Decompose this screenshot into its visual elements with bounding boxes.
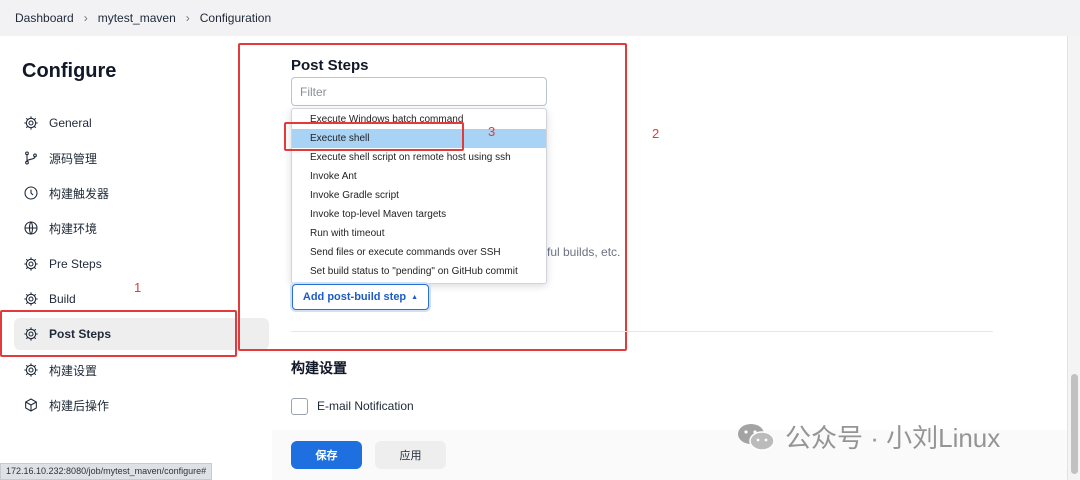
sidebar-item-label: 构建后操作: [49, 398, 110, 413]
sidebar-item-general[interactable]: General: [14, 107, 269, 139]
sidebar-item-label: 构建环境: [49, 221, 98, 236]
partial-description-text: ful builds, etc.: [547, 245, 621, 259]
top-bar: Dashboard › mytest_maven › Configuration: [0, 0, 1080, 36]
save-button[interactable]: 保存: [291, 441, 362, 469]
annotation-number-1: 1: [134, 280, 142, 295]
sidebar-item-label: Pre Steps: [49, 257, 102, 271]
page-title: Configure: [22, 60, 117, 82]
sidebar-item-label: 构建触发器: [49, 186, 110, 201]
caret-up-icon: ▲: [411, 293, 419, 301]
gear-icon: [22, 114, 40, 132]
breadcrumb-job[interactable]: mytest_maven: [98, 11, 176, 25]
sidebar-item-build-settings[interactable]: 构建设置: [14, 354, 269, 386]
annotation-number-3: 3: [488, 124, 496, 139]
watermark-text: 公众号 · 小刘Linux: [785, 423, 1001, 453]
sidebar-item-triggers[interactable]: 构建触发器: [14, 177, 269, 209]
add-post-build-step-label: Add post-build step: [302, 291, 407, 303]
cube-icon: [22, 396, 40, 414]
chevron-right-icon: ›: [83, 11, 88, 25]
vertical-scrollbar[interactable]: [1067, 36, 1080, 480]
status-bar-url: 172.16.10.232:8080/job/mytest_maven/conf…: [0, 463, 213, 480]
menu-item-set-build-status[interactable]: Set build status to "pending" on GitHub …: [292, 262, 546, 281]
sidebar-item-label: Build: [49, 292, 76, 306]
sidebar-item-label: 源码管理: [49, 151, 98, 166]
gear-icon: [22, 290, 40, 308]
sidebar-item-post-build[interactable]: 构建后操作: [14, 389, 269, 421]
add-post-build-step-button[interactable]: Add post-build step ▲: [292, 284, 429, 310]
apply-button[interactable]: 应用: [375, 441, 446, 469]
clock-icon: [22, 184, 40, 202]
email-notification-checkbox[interactable]: [291, 398, 308, 415]
chevron-right-icon: ›: [185, 11, 190, 25]
wechat-logo-icon: [738, 423, 775, 451]
menu-item-invoke-gradle[interactable]: Invoke Gradle script: [292, 186, 546, 205]
annotation-box-3: [284, 122, 464, 151]
scrollbar-thumb[interactable]: [1071, 374, 1078, 474]
breadcrumb: Dashboard › mytest_maven › Configuration: [15, 11, 271, 25]
email-notification-label: E-mail Notification: [317, 399, 414, 413]
breadcrumb-dashboard[interactable]: Dashboard: [15, 11, 74, 25]
sidebar-item-environment[interactable]: 构建环境: [14, 212, 269, 244]
sidebar-item-scm[interactable]: 源码管理: [14, 142, 269, 174]
menu-item-send-files-ssh[interactable]: Send files or execute commands over SSH: [292, 243, 546, 262]
breadcrumb-configuration[interactable]: Configuration: [200, 11, 271, 25]
section-divider: [291, 331, 993, 332]
annotation-box-1: [0, 310, 237, 357]
sidebar-item-label: General: [49, 116, 92, 130]
menu-item-run-with-timeout[interactable]: Run with timeout: [292, 224, 546, 243]
annotation-number-2: 2: [652, 126, 660, 141]
menu-item-invoke-maven[interactable]: Invoke top-level Maven targets: [292, 205, 546, 224]
globe-icon: [22, 219, 40, 237]
sidebar-item-label: 构建设置: [49, 363, 98, 378]
build-settings-title: 构建设置: [291, 360, 347, 376]
sidebar-item-pre-steps[interactable]: Pre Steps: [14, 248, 269, 280]
watermark: 公众号 · 小刘Linux: [737, 418, 1000, 455]
branch-icon: [22, 149, 40, 167]
gear-icon: [22, 361, 40, 379]
filter-input[interactable]: [291, 77, 547, 106]
menu-item-invoke-ant[interactable]: Invoke Ant: [292, 167, 546, 186]
gear-icon: [22, 255, 40, 273]
post-steps-title: Post Steps: [291, 57, 369, 74]
